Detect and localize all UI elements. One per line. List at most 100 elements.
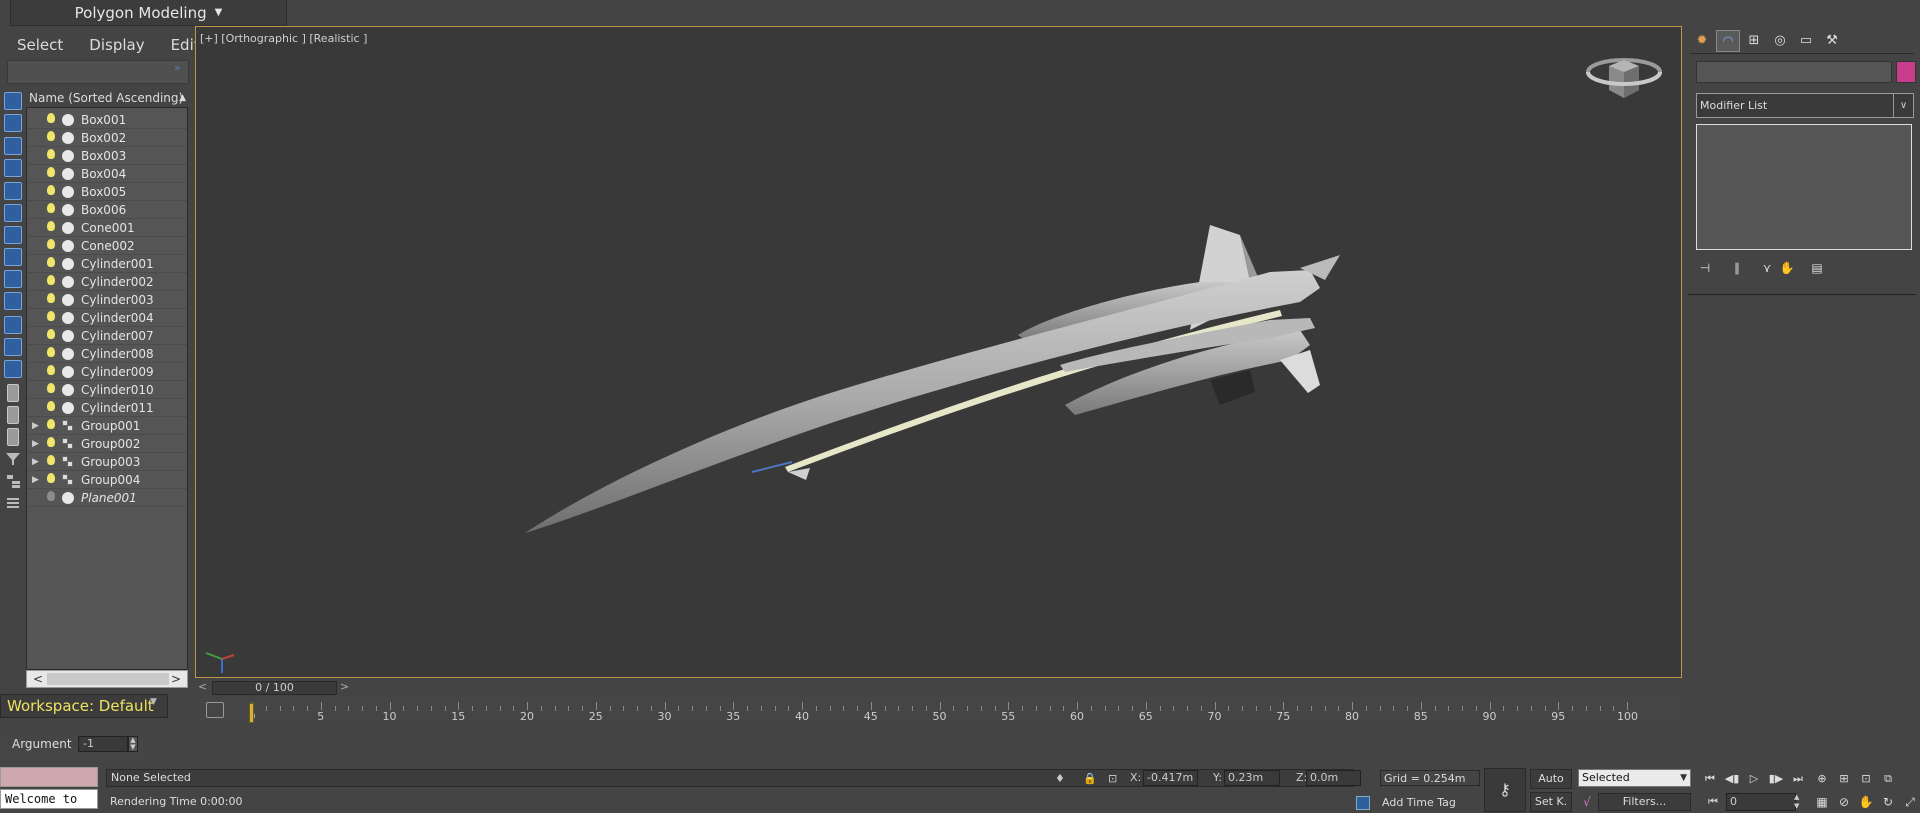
- modify-tab-icon[interactable]: ◠: [1716, 30, 1740, 52]
- scene-object-row[interactable]: ▶ Group003: [27, 453, 187, 471]
- lightbulb-icon[interactable]: [47, 437, 55, 447]
- display-tab-icon[interactable]: ▭: [1794, 30, 1818, 52]
- lightbulb-icon[interactable]: [47, 473, 55, 483]
- ribbon-tab-polygon-modeling[interactable]: Polygon Modeling ▼: [10, 0, 287, 26]
- auto-key-button[interactable]: Auto: [1530, 769, 1572, 789]
- scene-object-row[interactable]: Cylinder007: [27, 327, 187, 345]
- lightbulb-icon[interactable]: [47, 131, 55, 141]
- display-shapes-icon[interactable]: [4, 137, 22, 155]
- motion-tab-icon[interactable]: ◎: [1768, 30, 1792, 52]
- display-containers-icon[interactable]: [4, 316, 22, 334]
- key-filters-button[interactable]: Filters...: [1598, 793, 1691, 811]
- document-icon[interactable]: [7, 384, 19, 402]
- scene-object-row[interactable]: Box004: [27, 165, 187, 183]
- lightbulb-icon[interactable]: [47, 293, 55, 303]
- workspace-selector[interactable]: Workspace: Default: [0, 694, 168, 718]
- y-coordinate-input[interactable]: 0.23m: [1224, 770, 1280, 786]
- time-slider-thumb[interactable]: 0 / 100: [212, 681, 337, 695]
- lightbulb-icon[interactable]: [47, 365, 55, 375]
- lightbulb-icon[interactable]: [47, 203, 55, 213]
- scene-object-row[interactable]: Cylinder004: [27, 309, 187, 327]
- configure-sets-icon[interactable]: ▤: [1808, 258, 1826, 278]
- lightbulb-icon[interactable]: [47, 113, 55, 123]
- viewport-label[interactable]: [+] [Orthographic ] [Realistic ]: [200, 32, 367, 45]
- maximize-viewport-icon[interactable]: ⤢: [1900, 792, 1920, 812]
- modifier-stack[interactable]: [1696, 124, 1912, 250]
- display-all-icon[interactable]: [4, 92, 22, 110]
- scroll-thumb[interactable]: [47, 673, 169, 685]
- create-tab-icon[interactable]: ✹: [1690, 30, 1714, 52]
- lightbulb-icon[interactable]: [47, 221, 55, 231]
- add-time-tag-button[interactable]: Add Time Tag: [1382, 794, 1456, 812]
- hierarchy-icon[interactable]: [4, 472, 22, 490]
- lightbulb-icon[interactable]: [47, 239, 55, 249]
- absolute-mode-icon[interactable]: ⊡: [1108, 772, 1120, 785]
- maxscript-output[interactable]: Welcome to: [0, 789, 98, 809]
- lightbulb-icon[interactable]: [47, 401, 55, 411]
- scene-object-row[interactable]: ▶ Group004: [27, 471, 187, 489]
- lightbulb-icon[interactable]: [47, 167, 55, 177]
- lightbulb-icon[interactable]: [47, 149, 55, 159]
- layers-icon[interactable]: [7, 428, 19, 446]
- filter-icon[interactable]: [4, 450, 22, 468]
- scene-object-row[interactable]: Plane001: [27, 489, 187, 507]
- set-key-icon[interactable]: ⚷: [1484, 768, 1526, 812]
- display-geometry-icon[interactable]: [4, 114, 22, 132]
- make-unique-icon[interactable]: ⋎: [1758, 258, 1776, 278]
- scene-object-row[interactable]: Box002: [27, 129, 187, 147]
- display-groups-icon[interactable]: [4, 248, 22, 266]
- scene-object-row[interactable]: Cylinder003: [27, 291, 187, 309]
- time-slider-next[interactable]: >: [340, 680, 349, 693]
- lightbulb-icon[interactable]: [47, 257, 55, 267]
- x-coordinate-input[interactable]: -0.417m: [1143, 770, 1198, 786]
- lightbulb-icon[interactable]: [47, 311, 55, 321]
- scene-object-row[interactable]: Box003: [27, 147, 187, 165]
- lock-icon[interactable]: 🔒: [1083, 772, 1097, 785]
- pin-stack-icon[interactable]: ⊣: [1696, 258, 1714, 278]
- object-name-input[interactable]: [1696, 61, 1892, 83]
- chevron-down-icon[interactable]: ▼: [150, 697, 157, 707]
- scene-object-row[interactable]: Box006: [27, 201, 187, 219]
- frame-spinner[interactable]: ▲ ▼: [1794, 793, 1803, 811]
- expand-icon[interactable]: ▶: [32, 417, 39, 435]
- display-hidden-icon[interactable]: [4, 360, 22, 378]
- go-to-end-icon[interactable]: ⏭: [1788, 769, 1808, 789]
- display-xrefs-icon[interactable]: [4, 270, 22, 288]
- menu-select[interactable]: Select: [17, 36, 63, 54]
- viewcube-icon[interactable]: [1585, 50, 1663, 108]
- scene-object-row[interactable]: Cylinder002: [27, 273, 187, 291]
- remove-modifier-icon[interactable]: ✋: [1778, 258, 1796, 278]
- name-column-header[interactable]: Name (Sorted Ascending) ▲: [26, 88, 188, 108]
- scene-object-row[interactable]: ▶ Group001: [27, 417, 187, 435]
- pan-icon[interactable]: ✋: [1856, 792, 1876, 812]
- display-helpers-icon[interactable]: [4, 204, 22, 222]
- expand-arrows-icon[interactable]: »: [174, 61, 181, 74]
- orbit-icon[interactable]: ↻: [1878, 792, 1898, 812]
- display-frozen-icon[interactable]: [4, 338, 22, 356]
- maxscript-listener-input[interactable]: [0, 767, 98, 787]
- lightbulb-icon[interactable]: [47, 455, 55, 465]
- timeline-cursor[interactable]: [249, 703, 254, 723]
- time-tag-icon[interactable]: [1356, 796, 1370, 810]
- lightbulb-icon[interactable]: [47, 275, 55, 285]
- current-frame-input[interactable]: 0: [1726, 793, 1796, 811]
- menu-display[interactable]: Display: [89, 36, 144, 54]
- lightbulb-icon[interactable]: [47, 491, 55, 501]
- scene-object-row[interactable]: Cylinder011: [27, 399, 187, 417]
- horizontal-scrollbar[interactable]: < >: [26, 670, 188, 688]
- display-lights-icon[interactable]: [4, 159, 22, 177]
- argument-input[interactable]: -1: [78, 736, 128, 752]
- scene-object-row[interactable]: Cylinder008: [27, 345, 187, 363]
- utilities-tab-icon[interactable]: ⚒: [1820, 30, 1844, 52]
- scene-object-row[interactable]: Cylinder009: [27, 363, 187, 381]
- scene-object-row[interactable]: Cylinder001: [27, 255, 187, 273]
- scene-object-row[interactable]: ▶ Group002: [27, 435, 187, 453]
- go-to-start-icon[interactable]: ⏮: [1700, 769, 1720, 789]
- z-coordinate-input[interactable]: 0.0m: [1306, 770, 1361, 786]
- display-bones-icon[interactable]: [4, 292, 22, 310]
- lightbulb-icon[interactable]: [47, 329, 55, 339]
- scene-object-row[interactable]: Box001: [27, 111, 187, 129]
- previous-frame-icon[interactable]: ◀▮: [1722, 769, 1742, 789]
- hierarchy-tab-icon[interactable]: ⊞: [1742, 30, 1766, 52]
- zoom-all-icon[interactable]: ⊞: [1834, 769, 1854, 789]
